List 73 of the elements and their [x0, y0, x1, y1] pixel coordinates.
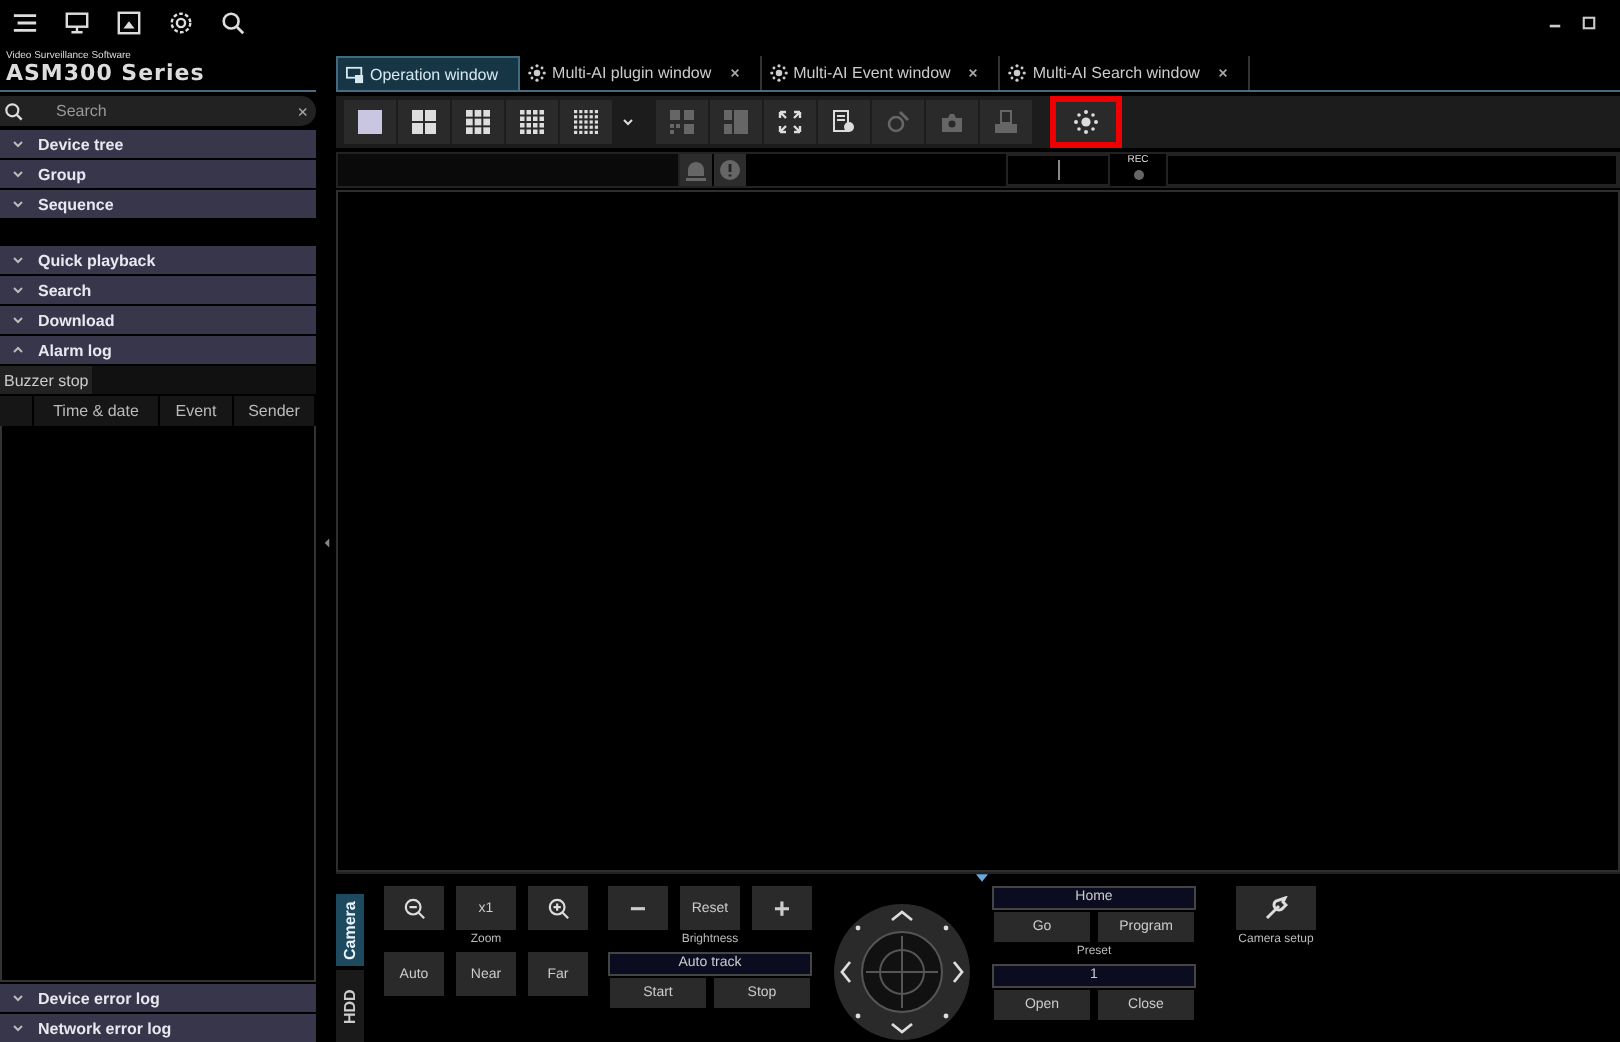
- maximize-icon[interactable]: [1582, 15, 1596, 29]
- ai-icon: [528, 64, 547, 82]
- expand-handle-icon[interactable]: [976, 874, 988, 882]
- toolbar-button[interactable]: [560, 100, 612, 144]
- zoom-out-icon: [403, 897, 425, 919]
- toolbar-button[interactable]: [1050, 96, 1122, 148]
- camera-icon: [940, 110, 964, 134]
- brightness-down-button[interactable]: −: [608, 886, 668, 930]
- tab[interactable]: Multi-AI plugin window: [520, 56, 762, 90]
- wrench-icon: [1264, 896, 1288, 920]
- close-icon[interactable]: [1217, 68, 1228, 78]
- buzzer-stop-button[interactable]: Buzzer stop: [0, 366, 93, 394]
- fullscreen-icon: [778, 110, 802, 134]
- ai-icon: [769, 64, 788, 82]
- menu-icon[interactable]: [12, 9, 38, 35]
- toolbar-button[interactable]: [398, 100, 450, 144]
- tab[interactable]: Operation window: [336, 56, 521, 90]
- window-icon: [346, 65, 364, 83]
- toolbar-button[interactable]: [344, 100, 396, 144]
- toolbar-button[interactable]: [764, 100, 816, 144]
- close-icon[interactable]: [968, 68, 979, 78]
- ai-icon: [1008, 64, 1027, 82]
- zoom-in-icon: [547, 897, 569, 919]
- side-tab[interactable]: HDD: [336, 970, 364, 1042]
- section-header[interactable]: Alarm log: [0, 336, 316, 364]
- section-header[interactable]: Search: [0, 276, 316, 304]
- printer-icon: [994, 110, 1018, 134]
- grid-icon: [520, 110, 544, 134]
- chevron-down-icon: [622, 116, 634, 128]
- search-icon[interactable]: [220, 9, 246, 35]
- section-header[interactable]: Device tree: [0, 130, 316, 158]
- close-icon[interactable]: [729, 68, 740, 78]
- tab[interactable]: Multi-AI Search window: [1000, 56, 1250, 90]
- warning-icon[interactable]: [714, 154, 746, 186]
- section-header[interactable]: Sequence: [0, 190, 316, 218]
- column-header[interactable]: Event: [160, 396, 234, 426]
- grid-icon: [574, 110, 598, 134]
- tiles-icon: [670, 110, 694, 134]
- section-header[interactable]: Download: [0, 306, 316, 334]
- split-view-icon: [724, 110, 748, 134]
- document-gear-icon: [832, 110, 856, 134]
- settings-icon[interactable]: [168, 9, 194, 35]
- dots-cluster-icon: [1074, 110, 1098, 134]
- zoom-in-button[interactable]: [528, 886, 588, 930]
- pan-tilt-pad[interactable]: [832, 902, 972, 1042]
- collapse-handle-icon[interactable]: [323, 538, 329, 548]
- section-header[interactable]: Group: [0, 160, 316, 188]
- grid-icon: [412, 110, 436, 134]
- toolbar-button[interactable]: [818, 100, 870, 144]
- alarm-bell-icon[interactable]: [680, 154, 712, 186]
- clear-button[interactable]: ×: [297, 101, 308, 121]
- grid-icon: [466, 110, 490, 134]
- level-indicator: [1057, 160, 1059, 180]
- section-header[interactable]: Network error log: [0, 1014, 316, 1042]
- zoom-out-button[interactable]: [384, 886, 444, 930]
- tab[interactable]: Multi-AI Event window: [761, 56, 1001, 90]
- search-icon: [4, 101, 24, 121]
- camera-setup-button[interactable]: [1236, 886, 1316, 930]
- rec-indicator: [1133, 170, 1143, 180]
- image-icon[interactable]: [116, 9, 142, 35]
- monitor-icon[interactable]: [64, 9, 90, 35]
- toolbar-button[interactable]: [506, 100, 558, 144]
- search-field[interactable]: Search ×: [0, 96, 316, 126]
- single-view-icon: [358, 110, 382, 134]
- toolbar-button[interactable]: [452, 100, 504, 144]
- side-tab[interactable]: Camera: [336, 894, 364, 966]
- logo-title: ASM300 Series: [6, 62, 207, 84]
- ring-icon: [886, 110, 910, 134]
- column-header[interactable]: Sender: [234, 396, 316, 426]
- section-header[interactable]: Device error log: [0, 984, 316, 1012]
- brightness-up-button[interactable]: +: [752, 886, 812, 930]
- section-header[interactable]: Quick playback: [0, 246, 316, 274]
- column-header[interactable]: Time & date: [34, 396, 160, 426]
